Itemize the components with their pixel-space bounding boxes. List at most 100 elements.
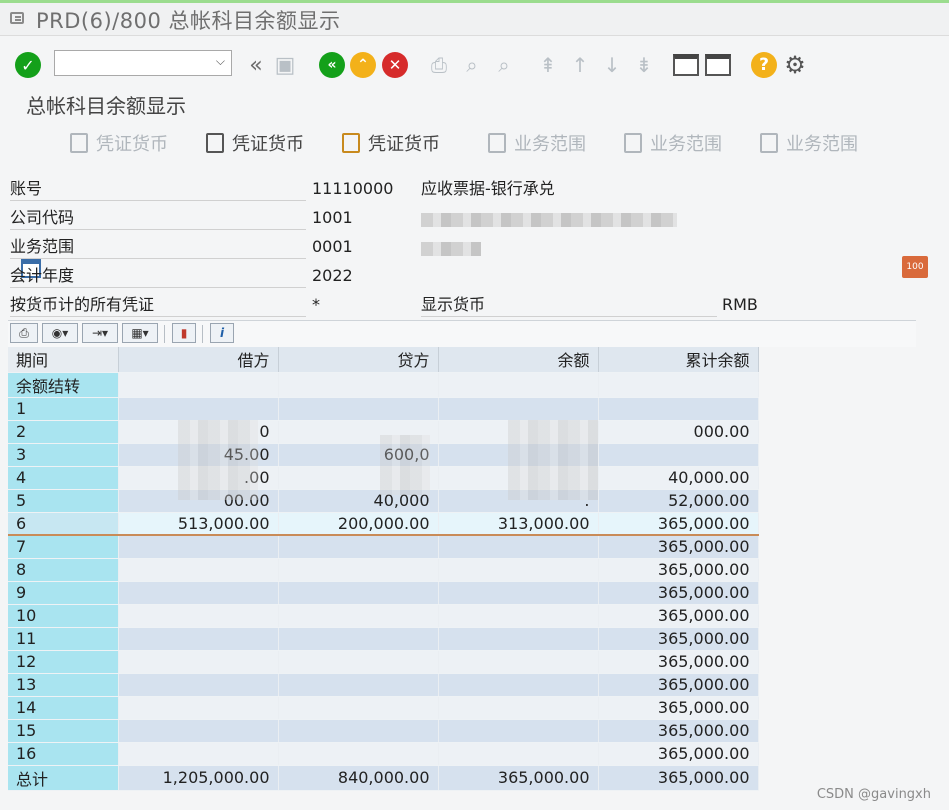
column-header-period[interactable]: 期间 bbox=[8, 347, 119, 373]
cell-debit[interactable] bbox=[118, 627, 279, 651]
create-session-icon[interactable] bbox=[673, 52, 699, 78]
cell-credit[interactable] bbox=[278, 604, 439, 628]
document-currency-button-1[interactable]: 凭证货币 bbox=[70, 130, 168, 156]
table-row[interactable]: 10 365,000.00 bbox=[8, 604, 759, 628]
cell-debit[interactable]: 1,205,000.00 bbox=[118, 765, 279, 791]
first-page-icon[interactable]: ⇞ bbox=[535, 52, 561, 78]
cell-cumulative[interactable]: 365,000.00 bbox=[598, 765, 759, 791]
cell-debit[interactable] bbox=[118, 558, 279, 582]
cell-period[interactable]: 5 bbox=[8, 489, 119, 513]
menu-icon[interactable] bbox=[10, 12, 24, 24]
cell-debit[interactable] bbox=[118, 673, 279, 697]
cell-period[interactable]: 13 bbox=[8, 673, 119, 697]
cell-cumulative[interactable] bbox=[598, 372, 759, 398]
help-icon[interactable]: ? bbox=[751, 52, 777, 78]
double-left-chevron-icon[interactable]: « bbox=[243, 52, 269, 78]
cell-balance[interactable] bbox=[438, 397, 599, 421]
table-row[interactable]: 7 365,000.00 bbox=[8, 535, 759, 559]
print-icon[interactable]: ⎙ bbox=[10, 323, 38, 343]
document-currency-button-2[interactable]: 凭证货币 bbox=[206, 130, 304, 156]
cell-credit[interactable] bbox=[278, 627, 439, 651]
find-next-icon[interactable]: ⌕ bbox=[491, 52, 517, 78]
cell-debit[interactable] bbox=[118, 604, 279, 628]
table-row[interactable]: 总计 1,205,000.00 840,000.00 365,000.00 365,00… bbox=[8, 765, 759, 791]
cell-credit[interactable] bbox=[278, 696, 439, 720]
cell-cumulative[interactable]: 40,000.00 bbox=[598, 466, 759, 490]
cell-period[interactable]: 6 bbox=[8, 512, 119, 536]
layout-icon[interactable]: ▦▾ bbox=[122, 323, 158, 343]
cell-period[interactable]: 16 bbox=[8, 742, 119, 766]
save-icon[interactable]: ▣ bbox=[272, 52, 298, 78]
cell-period[interactable]: 8 bbox=[8, 558, 119, 582]
table-row[interactable]: 13 365,000.00 bbox=[8, 673, 759, 697]
cell-period[interactable]: 4 bbox=[8, 466, 119, 490]
column-header-cumulative[interactable]: 累计余额 bbox=[598, 347, 759, 373]
cell-credit[interactable] bbox=[278, 742, 439, 766]
cell-balance[interactable] bbox=[438, 627, 599, 651]
cancel-icon[interactable]: ✕ bbox=[382, 52, 408, 78]
business-area-button-3[interactable]: 业务范围 bbox=[760, 130, 858, 156]
business-area-button-2[interactable]: 业务范围 bbox=[624, 130, 722, 156]
table-row[interactable]: 11 365,000.00 bbox=[8, 627, 759, 651]
chevron-down-icon[interactable]: ⌵ bbox=[216, 54, 225, 69]
cell-debit[interactable] bbox=[118, 696, 279, 720]
view-icon[interactable]: ◉▾ bbox=[42, 323, 78, 343]
cell-debit[interactable]: 513,000.00 bbox=[118, 512, 279, 536]
cell-cumulative[interactable] bbox=[598, 397, 759, 421]
column-header-debit[interactable]: 借方 bbox=[118, 347, 279, 373]
business-area-button-1[interactable]: 业务范围 bbox=[488, 130, 586, 156]
table-row[interactable]: 9 365,000.00 bbox=[8, 581, 759, 605]
cell-balance[interactable] bbox=[438, 742, 599, 766]
cell-debit[interactable] bbox=[118, 650, 279, 674]
next-page-icon[interactable]: ↓ bbox=[599, 52, 625, 78]
cell-balance[interactable]: 365,000.00 bbox=[438, 765, 599, 791]
generate-shortcut-icon[interactable] bbox=[705, 52, 731, 78]
cell-cumulative[interactable]: 52,000.00 bbox=[598, 489, 759, 513]
cell-balance[interactable] bbox=[438, 650, 599, 674]
cell-cumulative[interactable]: 365,000.00 bbox=[598, 581, 759, 605]
cell-balance[interactable] bbox=[438, 535, 599, 559]
cell-period[interactable]: 11 bbox=[8, 627, 119, 651]
command-field[interactable]: ⌵ bbox=[54, 50, 232, 76]
cell-cumulative[interactable]: 365,000.00 bbox=[598, 696, 759, 720]
document-currency-button-3[interactable]: 凭证货币 bbox=[342, 130, 440, 156]
cell-debit[interactable] bbox=[118, 719, 279, 743]
cell-debit[interactable] bbox=[118, 581, 279, 605]
table-row[interactable]: 15 365,000.00 bbox=[8, 719, 759, 743]
cell-credit[interactable] bbox=[278, 581, 439, 605]
exit-icon[interactable]: ⌃ bbox=[350, 52, 376, 78]
cell-debit[interactable] bbox=[118, 397, 279, 421]
cell-credit[interactable] bbox=[278, 535, 439, 559]
cell-credit[interactable] bbox=[278, 397, 439, 421]
table-row[interactable]: 8 365,000.00 bbox=[8, 558, 759, 582]
last-page-icon[interactable]: ⇟ bbox=[631, 52, 657, 78]
cell-credit[interactable]: 200,000.00 bbox=[278, 512, 439, 536]
cell-cumulative[interactable]: 365,000.00 bbox=[598, 535, 759, 559]
cell-debit[interactable] bbox=[118, 742, 279, 766]
cell-balance[interactable] bbox=[438, 604, 599, 628]
cell-credit[interactable] bbox=[278, 719, 439, 743]
cell-credit[interactable] bbox=[278, 372, 439, 398]
table-row[interactable]: 14 365,000.00 bbox=[8, 696, 759, 720]
cell-cumulative[interactable]: 365,000.00 bbox=[598, 719, 759, 743]
cell-period[interactable]: 14 bbox=[8, 696, 119, 720]
previous-page-icon[interactable]: ↑ bbox=[567, 52, 593, 78]
cell-balance[interactable] bbox=[438, 581, 599, 605]
cell-cumulative[interactable]: 000.00 bbox=[598, 420, 759, 444]
cell-debit[interactable] bbox=[118, 372, 279, 398]
cell-cumulative[interactable]: 365,000.00 bbox=[598, 604, 759, 628]
table-row[interactable]: 6 513,000.00 200,000.00 313,000.00 365,000.0… bbox=[8, 512, 759, 536]
cell-period[interactable]: 余额结转 bbox=[8, 372, 119, 398]
find-icon[interactable]: ⌕ bbox=[459, 52, 485, 78]
cell-cumulative[interactable]: 365,000.00 bbox=[598, 627, 759, 651]
gear-icon[interactable]: ⚙ bbox=[782, 51, 808, 79]
table-row[interactable]: 1 bbox=[8, 397, 759, 421]
cell-cumulative[interactable]: 365,000.00 bbox=[598, 673, 759, 697]
cell-balance[interactable] bbox=[438, 372, 599, 398]
column-header-credit[interactable]: 贷方 bbox=[278, 347, 439, 373]
cell-credit[interactable]: 840,000.00 bbox=[278, 765, 439, 791]
cell-balance[interactable] bbox=[438, 696, 599, 720]
cell-period[interactable]: 1 bbox=[8, 397, 119, 421]
cell-balance[interactable] bbox=[438, 673, 599, 697]
table-row[interactable]: 16 365,000.00 bbox=[8, 742, 759, 766]
